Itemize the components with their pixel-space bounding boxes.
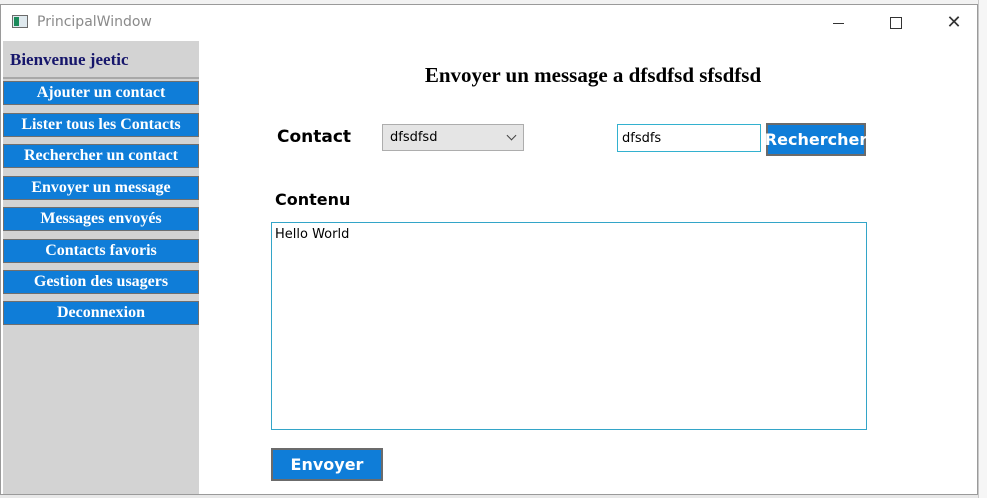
message-content-textarea[interactable]: Hello World — [271, 222, 867, 430]
window-title: PrincipalWindow — [37, 14, 152, 30]
contact-dropdown[interactable]: dfsdfsd — [382, 124, 524, 151]
principal-window: PrincipalWindow ✕ Bienvenue jeetic Ajout… — [0, 4, 978, 495]
sidebar-item-search-contact[interactable]: Rechercher un contact — [3, 144, 199, 168]
sidebar-item-list-contacts[interactable]: Lister tous les Contacts — [3, 113, 199, 137]
page-title: Envoyer un message a dfsdfsd sfsdfsd — [424, 63, 762, 87]
title-bar[interactable]: PrincipalWindow ✕ — [1, 5, 977, 41]
minimize-button[interactable] — [809, 5, 867, 41]
contact-dropdown-value: dfsdfsd — [390, 130, 438, 145]
maximize-icon — [890, 17, 902, 29]
sidebar-item-add-contact[interactable]: Ajouter un contact — [3, 81, 199, 105]
contact-label: Contact — [277, 127, 352, 147]
app-window-icon — [12, 15, 28, 28]
sidebar-item-sent-messages[interactable]: Messages envoyés — [3, 207, 199, 231]
main-panel: Envoyer un message a dfsdfsd sfsdfsd Con… — [199, 41, 977, 494]
search-input[interactable] — [617, 124, 761, 152]
chevron-down-icon — [506, 130, 517, 141]
sidebar-divider — [3, 77, 199, 79]
sidebar-item-user-management[interactable]: Gestion des usagers — [3, 270, 199, 294]
content-label: Contenu — [275, 190, 351, 209]
minimize-icon — [832, 22, 844, 24]
search-button[interactable]: Rechercher — [765, 123, 867, 156]
maximize-button[interactable] — [867, 5, 925, 41]
send-button[interactable]: Envoyer — [271, 448, 383, 481]
close-button[interactable]: ✕ — [925, 5, 983, 41]
sidebar-item-send-message[interactable]: Envoyer un message — [3, 176, 199, 200]
close-icon: ✕ — [946, 12, 962, 33]
welcome-label: Bienvenue jeetic — [10, 50, 129, 69]
sidebar: Bienvenue jeetic Ajouter un contact List… — [3, 41, 199, 494]
sidebar-item-favorite-contacts[interactable]: Contacts favoris — [3, 239, 199, 263]
sidebar-item-logout[interactable]: Deconnexion — [3, 301, 199, 325]
